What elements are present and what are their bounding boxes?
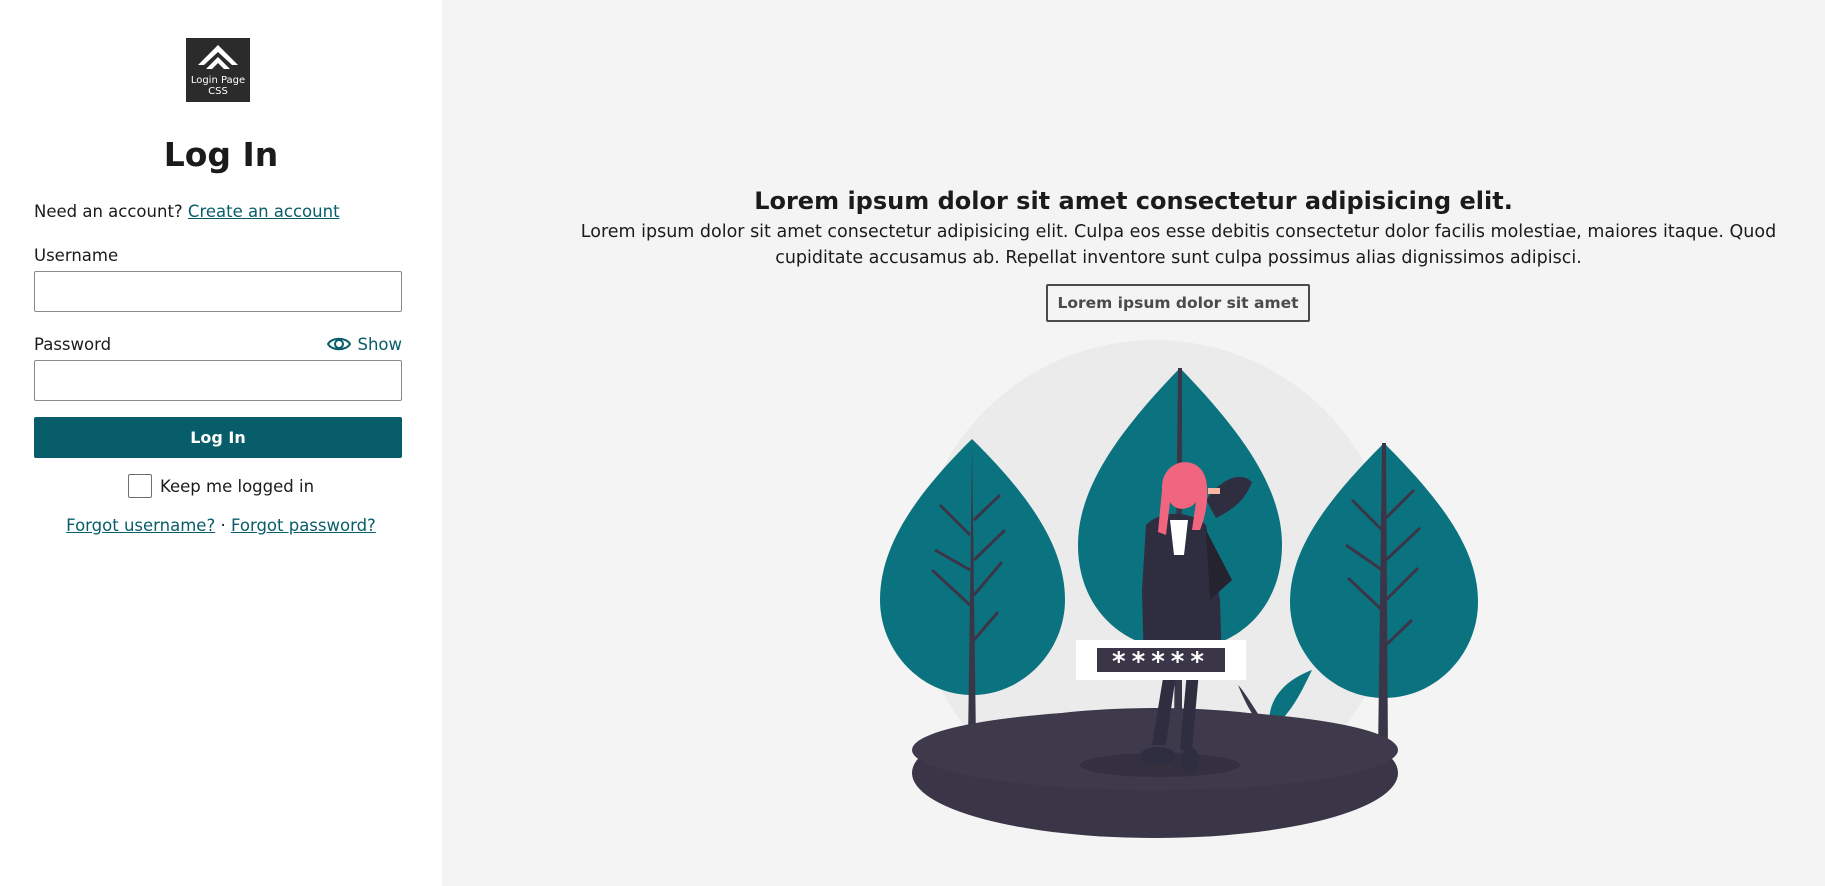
separator: · [220,516,226,535]
show-label: Show [357,334,402,354]
password-label: Password [34,335,112,354]
login-illustration: ***** [880,340,1478,838]
password-card: ***** [1076,640,1246,680]
keep-logged-in-checkbox[interactable] [128,474,152,498]
forgot-password-link[interactable]: Forgot password? [231,516,376,535]
username-input[interactable] [34,271,402,312]
username-label: Username [34,246,119,265]
need-account-text: Need an account? [34,202,183,221]
logo-text: Login Page CSS [190,75,246,97]
need-account-line: Need an account? Create an account [34,200,340,224]
hero-text: Lorem ipsum dolor sit amet consectetur a… [580,222,1777,268]
illustration-password-text: ***** [1112,647,1210,677]
eye-icon [327,337,352,351]
login-panel: Login Page CSS Log In Need an account? C… [0,0,442,886]
login-button[interactable]: Log In [34,417,402,458]
page-title: Log In [163,135,279,174]
forgot-username-link[interactable]: Forgot username? [66,516,215,535]
chevron-up-double-icon [198,45,238,69]
password-input[interactable] [34,360,402,401]
keep-logged-in-label: Keep me logged in [160,477,315,496]
logo[interactable]: Login Page CSS [186,38,250,102]
forgot-links: Forgot username? · Forgot password? [0,514,442,538]
hero-title: Lorem ipsum dolor sit amet consectetur a… [754,187,1513,215]
create-account-link[interactable]: Create an account [188,202,340,221]
hero-button[interactable]: Lorem ipsum dolor sit amet [1046,284,1310,322]
show-password-toggle[interactable]: Show [327,332,402,356]
